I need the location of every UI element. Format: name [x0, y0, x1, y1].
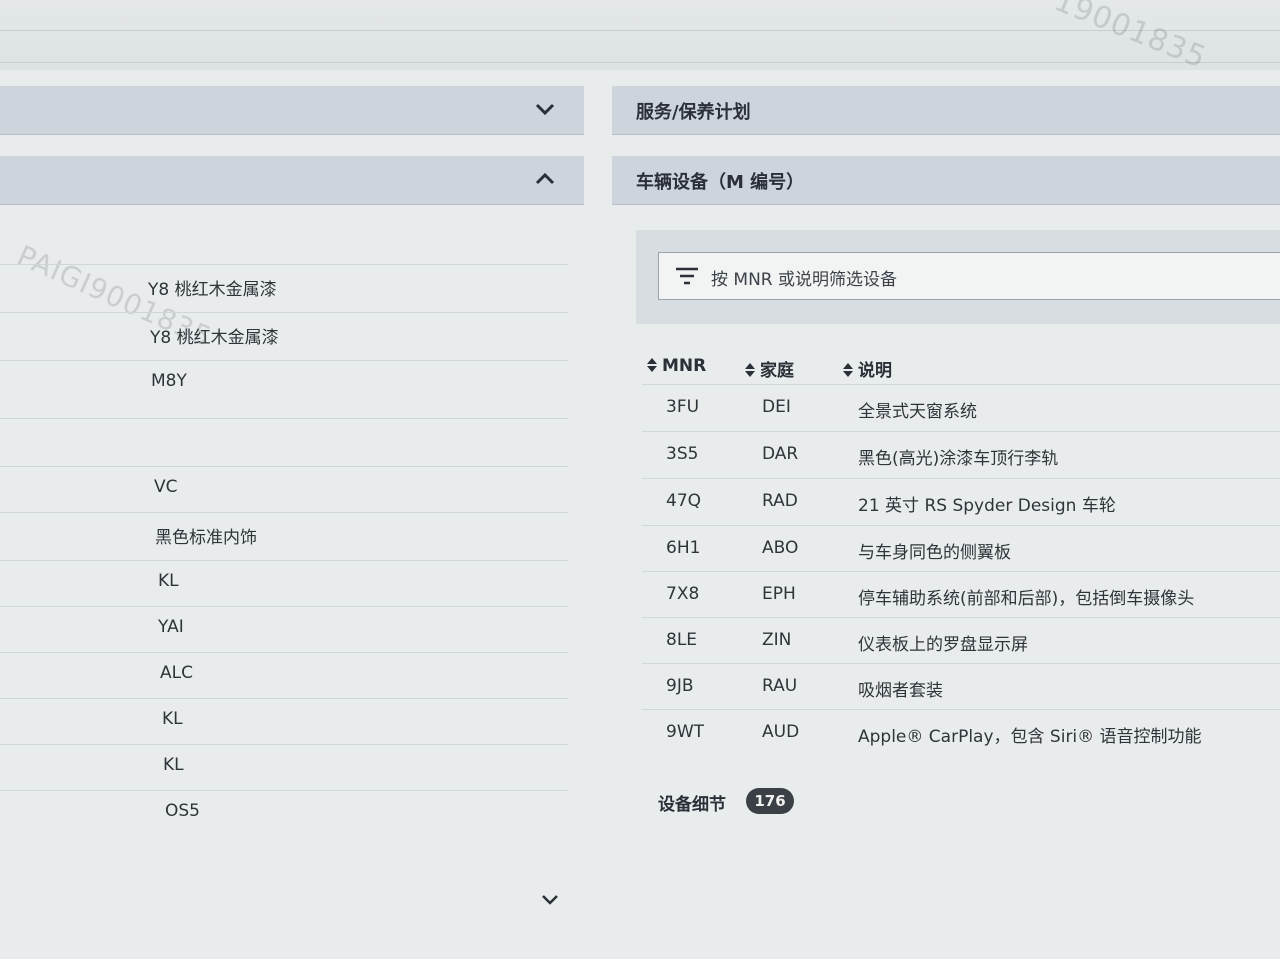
cell-mnr: 3FU [666, 397, 700, 417]
filter-icon [676, 267, 698, 285]
table-row: 7X8 EPH 停车辅助系统(前部和后部)，包括倒车摄像头 [642, 571, 1280, 618]
chevron-up-icon[interactable] [532, 166, 558, 192]
left-list-value: Y8 桃红木金属漆 [150, 328, 279, 348]
filter-placeholder: 按 MNR 或说明筛选设备 [711, 270, 898, 290]
equipment-count-badge: 176 [746, 788, 794, 814]
cell-mnr: 47Q [666, 491, 702, 511]
column-header-family[interactable]: 家庭 [744, 356, 794, 381]
left-list-value: KL [158, 571, 179, 591]
table-row: 6H1 ABO 与车身同色的侧翼板 [642, 525, 1280, 572]
left-list-row: YAI [0, 606, 568, 653]
cell-family: AUD [762, 722, 800, 742]
service-plan-section-header[interactable]: 服务/保养计划 [612, 86, 1280, 135]
sort-icon[interactable] [842, 362, 854, 378]
cell-family: RAD [762, 491, 798, 511]
table-row: 3S5 DAR 黑色(高光)涂漆车顶行李轨 [642, 431, 1280, 478]
left-list-value: KL [163, 755, 184, 775]
left-list-value: 黑色标准内饰 [155, 528, 257, 548]
service-plan-title: 服务/保养计划 [636, 102, 751, 123]
left-list-row: Y8 桃红木金属漆 [0, 312, 568, 359]
column-header-label: 说明 [858, 361, 892, 381]
table-row: 9WT AUD Apple® CarPlay，包含 Siri® 语音控制功能 [642, 709, 1280, 756]
sort-icon[interactable] [744, 362, 756, 378]
left-panel: Y8 桃红木金属漆 Y8 桃红木金属漆 M8Y VC 黑色标准内饰 KL YAI… [0, 0, 600, 959]
cell-mnr: 8LE [666, 630, 698, 650]
cell-family: RAU [762, 676, 798, 696]
table-row: 9JB RAU 吸烟者套装 [642, 663, 1280, 710]
column-header-label: 家庭 [760, 361, 794, 381]
cell-description: 仪表板上的罗盘显示屏 [858, 635, 1028, 655]
left-list-row: KL [0, 698, 568, 745]
left-list-row: ALC [0, 652, 568, 699]
cell-family: ZIN [762, 630, 792, 650]
cell-family: DAR [762, 444, 799, 464]
vehicle-equipment-section-header[interactable]: 车辆设备（M 编号） [612, 156, 1280, 205]
filter-panel: 按 MNR 或说明筛选设备 [636, 230, 1280, 324]
column-header-label: MNR [662, 356, 707, 376]
cell-description: 吸烟者套装 [858, 681, 943, 701]
left-list-row: VC [0, 466, 568, 513]
cell-description: 黑色(高光)涂漆车顶行李轨 [858, 449, 1059, 469]
vehicle-equipment-title: 车辆设备（M 编号） [636, 172, 805, 193]
sort-icon[interactable] [646, 357, 658, 373]
cell-description: 全景式天窗系统 [858, 402, 977, 422]
equipment-details-label[interactable]: 设备细节 [658, 790, 726, 815]
left-list-value: ALC [160, 663, 193, 683]
table-row: 3FU DEI 全景式天窗系统 [642, 384, 1280, 431]
left-list-value: Y8 桃红木金属漆 [148, 280, 277, 300]
left-list-row: Y8 桃红木金属漆 [0, 264, 568, 311]
table-row: 47Q RAD 21 英寸 RS Spyder Design 车轮 [642, 478, 1280, 525]
left-list-row: 黑色标准内饰 [0, 512, 568, 559]
cell-mnr: 9JB [666, 676, 694, 696]
left-list-row [0, 418, 568, 465]
cell-family: ABO [762, 538, 799, 558]
cell-mnr: 7X8 [666, 584, 700, 604]
left-list-value: VC [154, 477, 178, 497]
left-list-value: KL [162, 709, 183, 729]
table-row: 8LE ZIN 仪表板上的罗盘显示屏 [642, 617, 1280, 664]
chevron-down-icon[interactable] [538, 888, 562, 912]
cell-description: 停车辅助系统(前部和后部)，包括倒车摄像头 [858, 589, 1195, 609]
column-header-mnr[interactable]: MNR [646, 356, 706, 376]
cell-description: 21 英寸 RS Spyder Design 车轮 [858, 496, 1116, 516]
cell-mnr: 6H1 [666, 538, 701, 558]
cell-description: Apple® CarPlay，包含 Siri® 语音控制功能 [858, 727, 1202, 747]
left-accordion-expanded[interactable] [0, 156, 584, 205]
equipment-filter-input[interactable]: 按 MNR 或说明筛选设备 [658, 252, 1280, 300]
left-list-value: M8Y [151, 371, 187, 391]
left-accordion-collapsed[interactable] [0, 86, 584, 135]
left-list-row: OS5 [0, 790, 568, 837]
cell-family: DEI [762, 397, 791, 417]
left-list-value: YAI [158, 617, 184, 637]
left-list-row: M8Y [0, 360, 568, 407]
cell-family: EPH [762, 584, 796, 604]
left-list-row: KL [0, 560, 568, 607]
left-list-row: KL [0, 744, 568, 791]
column-header-description[interactable]: 说明 [842, 356, 892, 381]
left-list-value: OS5 [165, 801, 200, 821]
cell-mnr: 3S5 [666, 444, 699, 464]
cell-description: 与车身同色的侧翼板 [858, 543, 1011, 563]
cell-mnr: 9WT [666, 722, 705, 742]
right-panel: 服务/保养计划 车辆设备（M 编号） 按 MNR 或说明筛选设备 MNR 家庭 [612, 0, 1280, 959]
chevron-down-icon[interactable] [532, 96, 558, 122]
